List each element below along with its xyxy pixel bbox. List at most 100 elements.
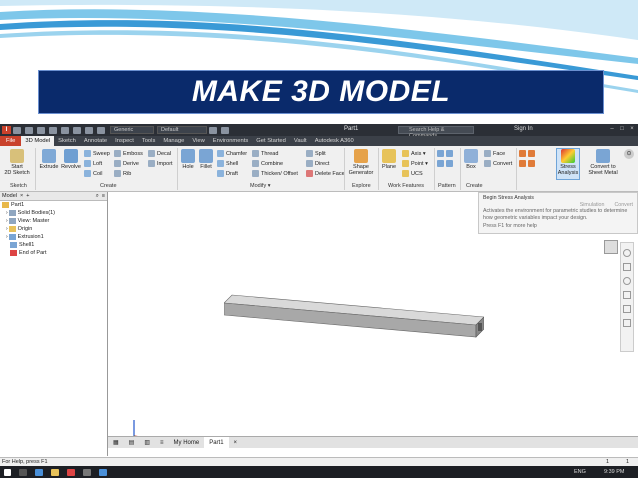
plane-button[interactable]: Plane	[380, 149, 398, 170]
tab-environments[interactable]: Environments	[209, 136, 252, 146]
tree-item-end-of-part[interactable]: End of Part	[0, 249, 107, 257]
open-icon[interactable]	[25, 126, 33, 134]
convert-button[interactable]: Convert	[484, 159, 512, 168]
pattern-rect-button[interactable]	[437, 149, 455, 158]
app-logo-icon[interactable]: I	[2, 126, 11, 134]
clock[interactable]: 9:39 PM	[604, 469, 624, 475]
app-icon[interactable]	[99, 468, 107, 476]
sign-in-button[interactable]: Sign In	[514, 126, 533, 132]
shell-button[interactable]: Shell	[217, 159, 238, 168]
tab-annotate[interactable]: Annotate	[80, 136, 111, 146]
minimize-icon[interactable]: –	[608, 126, 616, 133]
fx-icon[interactable]	[221, 126, 229, 134]
maximize-icon[interactable]: □	[618, 126, 626, 133]
hole-button[interactable]: Hole	[179, 149, 197, 170]
save-icon[interactable]	[37, 126, 45, 134]
fillet-button[interactable]: Fillet	[197, 149, 215, 170]
combine-button[interactable]: Combine	[252, 159, 283, 168]
draft-button[interactable]: Draft	[217, 169, 238, 178]
tree-item-origin[interactable]: › Origin	[0, 225, 107, 233]
adjust-icon[interactable]	[209, 126, 217, 134]
derive-button[interactable]: Derive	[114, 159, 139, 168]
close-tab-icon[interactable]: ×	[229, 437, 243, 449]
decal-button[interactable]: Decal	[148, 149, 171, 158]
grid-view-icon[interactable]: ▦	[108, 437, 124, 449]
thread-button[interactable]: Thread	[252, 149, 278, 158]
tree-item-part1[interactable]: Part1	[0, 201, 107, 209]
tree-item-solid-bodies[interactable]: › Solid Bodies(1)	[0, 209, 107, 217]
chamfer-button[interactable]: Chamfer	[217, 149, 247, 158]
expand-icon[interactable]: ›	[6, 218, 8, 224]
thicken-offset-button[interactable]: Thicken/ Offset	[252, 169, 298, 178]
tab-manage[interactable]: Manage	[159, 136, 188, 146]
home-view-icon[interactable]	[623, 319, 631, 327]
stress-analysis-button[interactable]: Stress Analysis	[556, 148, 580, 180]
home-icon[interactable]	[73, 126, 81, 134]
box-button[interactable]: Box	[462, 149, 480, 170]
tab-3d-model[interactable]: 3D Model	[21, 136, 55, 146]
redo-icon[interactable]	[61, 126, 69, 134]
menu-icon[interactable]: ≡	[155, 437, 169, 449]
delete-face-button[interactable]: Delete Face	[306, 169, 345, 178]
orbit-icon[interactable]	[623, 291, 631, 299]
point-button[interactable]: Point ▾	[402, 159, 428, 168]
graphics-window[interactable]: Begin Stress Analysis Simulation Convert…	[108, 192, 638, 456]
app-icon[interactable]	[83, 468, 91, 476]
revolve-button[interactable]: Revolve	[60, 149, 82, 170]
edge-icon[interactable]	[35, 468, 43, 476]
tab-get-started[interactable]: Get Started	[252, 136, 290, 146]
extrude-button[interactable]: Extrude	[38, 149, 60, 170]
undo-icon[interactable]	[49, 126, 57, 134]
tab-file[interactable]: File	[0, 136, 22, 146]
options-icon[interactable]: ⊙	[624, 149, 634, 159]
appearance-select[interactable]: Default	[157, 126, 207, 134]
tab-vault[interactable]: Vault	[290, 136, 311, 146]
material-select[interactable]: Generic	[110, 126, 154, 134]
task-view-icon[interactable]	[19, 468, 27, 476]
surface-tools-row[interactable]	[519, 149, 537, 158]
expand-icon[interactable]: ›	[6, 226, 8, 232]
start-2d-sketch-button[interactable]: Start 2D Sketch	[4, 149, 30, 176]
help-search-input[interactable]: Search Help & Commands...	[398, 126, 474, 139]
tab-autodesk-a360[interactable]: Autodesk A360	[311, 136, 358, 146]
tab-tools[interactable]: Tools	[138, 136, 160, 146]
tab-part1[interactable]: Part1	[204, 436, 229, 449]
convert-to-sheet-metal-button[interactable]: Convert to Sheet Metal	[586, 149, 620, 176]
face-button[interactable]: Face	[484, 149, 505, 158]
tab-sketch[interactable]: Sketch	[54, 136, 80, 146]
pattern-mirror-button[interactable]	[437, 159, 455, 168]
split-button[interactable]: Split	[306, 149, 326, 158]
start-icon[interactable]	[4, 468, 11, 476]
rib-button[interactable]: Rib	[114, 169, 131, 178]
viewcube[interactable]	[604, 240, 618, 254]
direct-button[interactable]: Direct	[306, 159, 329, 168]
tree-item-shell1[interactable]: Shell1	[0, 241, 107, 249]
cascade-icon[interactable]: ▤	[124, 437, 140, 449]
update-icon[interactable]	[85, 126, 93, 134]
axis-button[interactable]: Axis ▾	[402, 149, 426, 158]
zoom-icon[interactable]	[623, 277, 631, 285]
close-browser-icon[interactable]: ×	[20, 193, 23, 199]
browser-tab-model[interactable]: Model	[2, 193, 17, 199]
modify-group-label[interactable]: Modify ▾	[250, 183, 271, 189]
loft-button[interactable]: Loft	[84, 159, 102, 168]
shape-generator-button[interactable]: Shape Generator	[346, 149, 376, 176]
close-icon[interactable]: ×	[628, 126, 636, 133]
emboss-button[interactable]: Emboss	[114, 149, 143, 158]
language-indicator[interactable]: ENG	[574, 469, 586, 475]
tab-my-home[interactable]: My Home	[169, 437, 205, 449]
arrange-icon[interactable]: ▥	[139, 437, 155, 449]
steering-wheel-icon[interactable]	[623, 249, 631, 257]
add-tab-icon[interactable]: +	[26, 193, 29, 199]
expand-icon[interactable]: ›	[6, 210, 8, 216]
ucs-button[interactable]: UCS	[402, 169, 423, 178]
rectangular-tube-model[interactable]	[224, 291, 484, 339]
expand-icon[interactable]: ›	[6, 234, 8, 240]
tab-view[interactable]: View	[188, 136, 208, 146]
sweep-button[interactable]: Sweep	[84, 149, 110, 158]
coil-button[interactable]: Coil	[84, 169, 102, 178]
pan-icon[interactable]	[623, 263, 631, 271]
look-at-icon[interactable]	[623, 305, 631, 313]
tree-item-extrusion1[interactable]: › Extrusion1	[0, 233, 107, 241]
menu-icon[interactable]: ≡	[102, 193, 105, 199]
